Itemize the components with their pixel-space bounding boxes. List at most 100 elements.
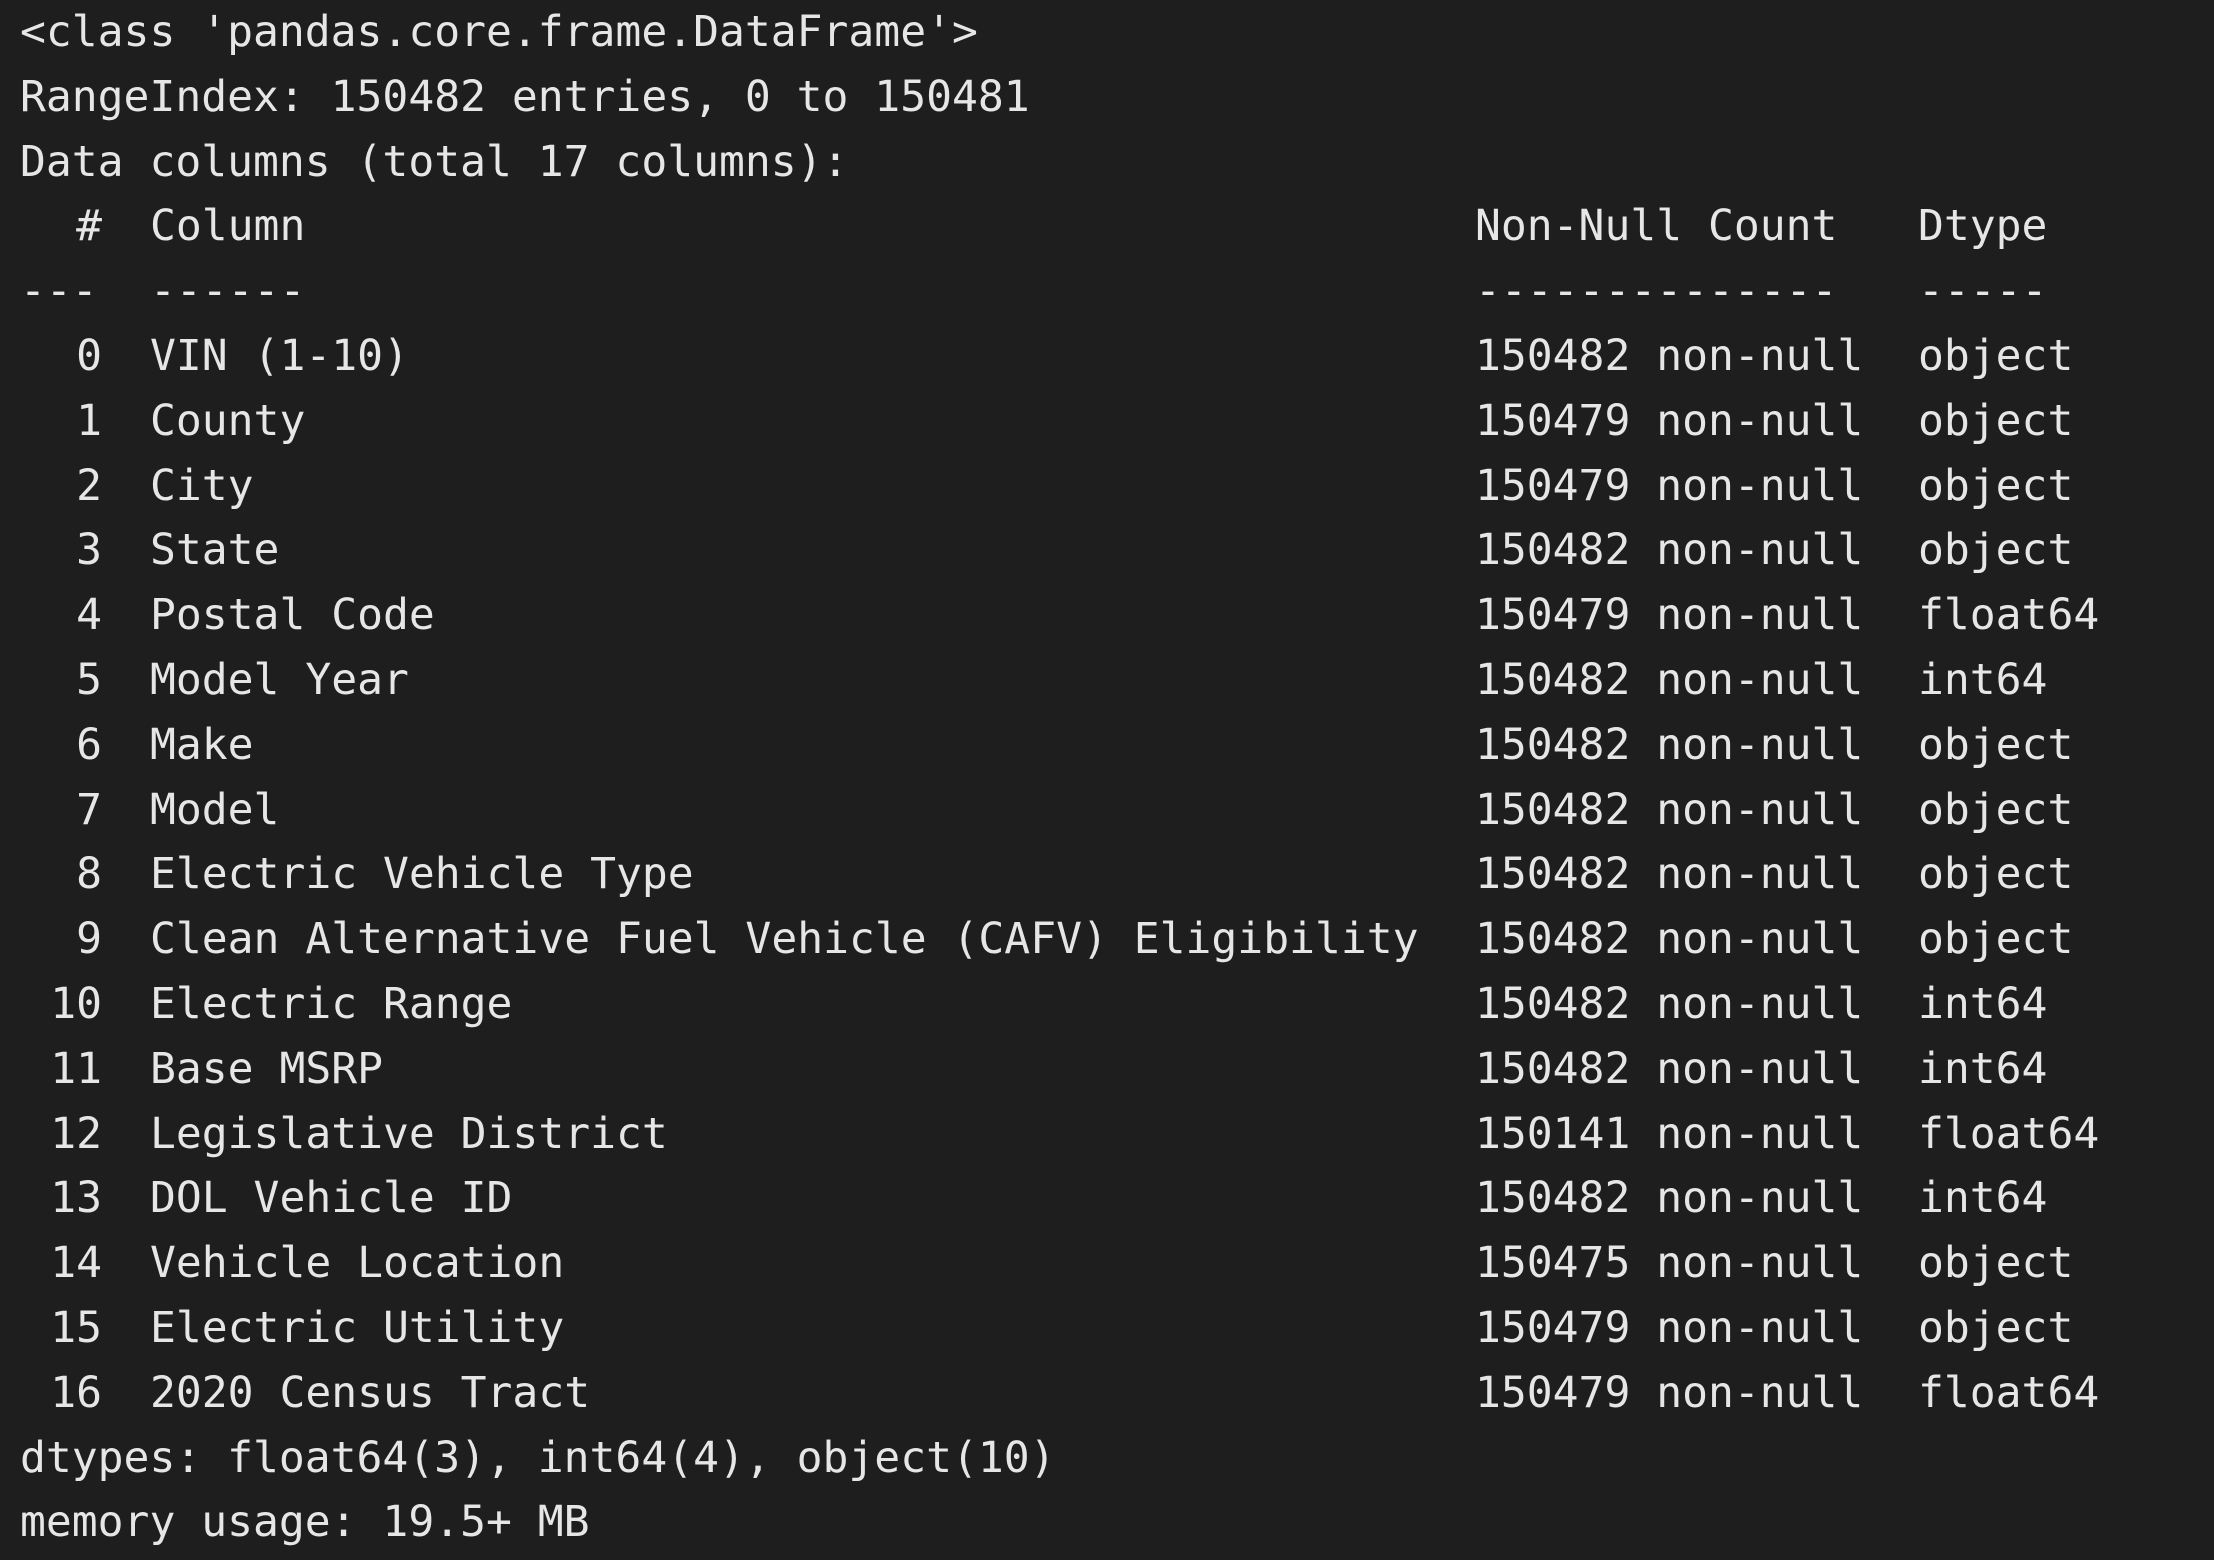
table-row: 0 VIN (1-10) 150482 non-null object xyxy=(20,324,2214,389)
row-dtype: object xyxy=(1918,849,2074,900)
row-index: 5 xyxy=(76,654,102,705)
table-row: 2 City 150479 non-null object xyxy=(20,454,2214,519)
row-non-null-count: 150482 non-null xyxy=(1475,330,1864,381)
row-non-null-count: 150482 non-null xyxy=(1475,525,1864,576)
table-row: 1 County 150479 non-null object xyxy=(20,389,2214,454)
header-dtype: Dtype xyxy=(1918,201,2048,252)
row-column-name: State xyxy=(150,525,280,576)
row-column-name: Electric Vehicle Type xyxy=(150,849,694,900)
separator-index: --- xyxy=(20,266,98,317)
row-index: 7 xyxy=(76,784,102,835)
row-dtype: object xyxy=(1918,1302,2074,1353)
row-dtype: object xyxy=(1918,1238,2074,1289)
row-column-name: Vehicle Location xyxy=(150,1238,565,1289)
table-header: # Column Non-Null Count Dtype xyxy=(20,194,2214,259)
row-non-null-count: 150479 non-null xyxy=(1475,590,1864,641)
row-index: 12 xyxy=(50,1108,102,1159)
row-non-null-count: 150479 non-null xyxy=(1475,1367,1864,1418)
row-index: 4 xyxy=(76,590,102,641)
row-index: 9 xyxy=(76,914,102,965)
row-dtype: int64 xyxy=(1918,654,2048,705)
table-row: 9 Clean Alternative Fuel Vehicle (CAFV) E… xyxy=(20,907,2214,972)
row-non-null-count: 150482 non-null xyxy=(1475,978,1864,1029)
row-column-name: Clean Alternative Fuel Vehicle (CAFV) El… xyxy=(150,914,1419,965)
row-column-name: City xyxy=(150,460,254,511)
row-column-name: 2020 Census Tract xyxy=(150,1367,591,1418)
terminal-output: <class 'pandas.core.frame.DataFrame'> Ra… xyxy=(0,0,2214,1560)
table-body: 0 VIN (1-10) 150482 non-null object 1 County 1… xyxy=(20,324,2214,1426)
row-column-name: Make xyxy=(150,719,254,770)
row-dtype: object xyxy=(1918,330,2074,381)
row-dtype: float64 xyxy=(1918,1367,2100,1418)
row-index: 15 xyxy=(50,1302,102,1353)
dtypes-summary: dtypes: float64(3), int64(4), object(10) xyxy=(20,1432,1056,1483)
row-non-null-count: 150482 non-null xyxy=(1475,849,1864,900)
row-dtype: object xyxy=(1918,784,2074,835)
row-dtype: object xyxy=(1918,525,2074,576)
row-column-name: Electric Utility xyxy=(150,1302,565,1353)
table-row: 3 State 150482 non-null object xyxy=(20,518,2214,583)
row-column-name: Electric Range xyxy=(150,978,513,1029)
row-index: 11 xyxy=(50,1043,102,1094)
row-non-null-count: 150482 non-null xyxy=(1475,914,1864,965)
row-index: 10 xyxy=(50,978,102,1029)
table-row: 16 2020 Census Tract 150479 non-null float6… xyxy=(20,1361,2214,1426)
row-non-null-count: 150475 non-null xyxy=(1475,1238,1864,1289)
row-non-null-count: 150482 non-null xyxy=(1475,1173,1864,1224)
row-dtype: object xyxy=(1918,395,2074,446)
table-row: 13 DOL Vehicle ID 150482 non-null int64 xyxy=(20,1166,2214,1231)
table-row: 14 Vehicle Location 150475 non-null object xyxy=(20,1231,2214,1296)
memory-usage: memory usage: 19.5+ MB xyxy=(20,1497,590,1548)
row-non-null-count: 150479 non-null xyxy=(1475,460,1864,511)
row-non-null-count: 150482 non-null xyxy=(1475,1043,1864,1094)
row-column-name: County xyxy=(150,395,306,446)
row-non-null-count: 150479 non-null xyxy=(1475,395,1864,446)
data-columns-line: Data columns (total 17 columns): xyxy=(20,136,849,187)
row-non-null-count: 150482 non-null xyxy=(1475,654,1864,705)
row-index: 3 xyxy=(76,525,102,576)
header-index: # xyxy=(76,201,102,252)
row-index: 1 xyxy=(76,395,102,446)
row-dtype: float64 xyxy=(1918,590,2100,641)
row-dtype: object xyxy=(1918,460,2074,511)
row-dtype: object xyxy=(1918,914,2074,965)
separator-column: ------ xyxy=(150,266,306,317)
row-dtype: object xyxy=(1918,719,2074,770)
table-separator: --- ------ -------------- ----- xyxy=(20,259,2214,324)
separator-dtype: ----- xyxy=(1918,266,2048,317)
row-column-name: DOL Vehicle ID xyxy=(150,1173,513,1224)
table-row: 15 Electric Utility 150479 non-null object xyxy=(20,1296,2214,1361)
row-column-name: Postal Code xyxy=(150,590,435,641)
table-row: 8 Electric Vehicle Type 150482 non-null obj… xyxy=(20,842,2214,907)
row-index: 13 xyxy=(50,1173,102,1224)
row-non-null-count: 150141 non-null xyxy=(1475,1108,1864,1159)
row-non-null-count: 150482 non-null xyxy=(1475,719,1864,770)
table-row: 6 Make 150482 non-null object xyxy=(20,713,2214,778)
row-dtype: float64 xyxy=(1918,1108,2100,1159)
row-index: 16 xyxy=(50,1367,102,1418)
row-index: 6 xyxy=(76,719,102,770)
table-row: 7 Model 150482 non-null object xyxy=(20,778,2214,843)
table-row: 11 Base MSRP 150482 non-null int64 xyxy=(20,1037,2214,1102)
row-non-null-count: 150482 non-null xyxy=(1475,784,1864,835)
row-index: 14 xyxy=(50,1238,102,1289)
table-row: 12 Legislative District 150141 non-null flo… xyxy=(20,1102,2214,1167)
class-line: <class 'pandas.core.frame.DataFrame'> xyxy=(20,7,978,57)
row-column-name: Model xyxy=(150,784,280,835)
row-index: 2 xyxy=(76,460,102,511)
header-column: Column xyxy=(150,201,306,252)
row-dtype: int64 xyxy=(1918,1173,2048,1224)
row-column-name: VIN (1-10) xyxy=(150,330,409,381)
header-non-null-count: Non-Null Count xyxy=(1475,201,1838,252)
row-index: 0 xyxy=(76,330,102,381)
row-index: 8 xyxy=(76,849,102,900)
separator-count: -------------- xyxy=(1475,266,1838,317)
table-row: 10 Electric Range 150482 non-null int64 xyxy=(20,972,2214,1037)
row-non-null-count: 150479 non-null xyxy=(1475,1302,1864,1353)
row-column-name: Legislative District xyxy=(150,1108,668,1159)
table-row: 4 Postal Code 150479 non-null float64 xyxy=(20,583,2214,648)
row-column-name: Model Year xyxy=(150,654,409,705)
table-row: 5 Model Year 150482 non-null int64 xyxy=(20,648,2214,713)
row-dtype: int64 xyxy=(1918,1043,2048,1094)
row-column-name: Base MSRP xyxy=(150,1043,383,1094)
